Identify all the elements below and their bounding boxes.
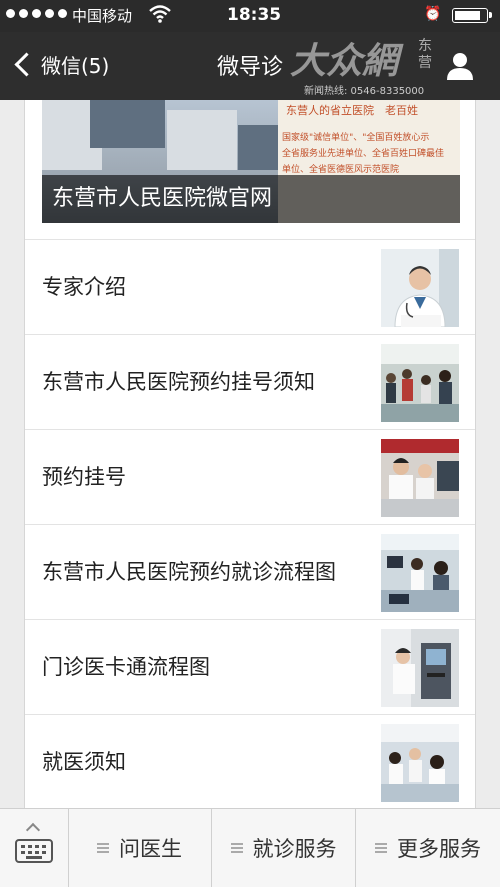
watermark-region: 东营 <box>418 38 432 71</box>
battery-icon <box>452 8 492 23</box>
list-item[interactable]: 专家介绍 <box>25 239 475 334</box>
banner-building <box>90 100 165 148</box>
alarm-icon: ⏰ <box>424 6 442 22</box>
wifi-icon <box>149 5 171 23</box>
bottom-menu-bar: 问医生 就诊服务 更多服务 <box>0 808 500 887</box>
banner-caption: 东营市人民医院微官网 <box>42 175 460 223</box>
banner-building <box>167 110 237 170</box>
registration-hall-photo-icon <box>381 344 459 422</box>
poster-line: 国家级"诚信单位"、"全国百姓放心示 <box>282 133 430 143</box>
keyboard-icon <box>15 839 53 863</box>
menu-card: 东营人的省立医院 老百姓 国家级"诚信单位"、"全国百姓放心示 全省服务业先进单… <box>24 100 476 808</box>
service-counter-photo-icon <box>381 534 459 612</box>
card-machine-photo-icon <box>381 629 459 707</box>
list-item[interactable]: 就医须知 <box>25 714 475 808</box>
tab-label: 更多服务 <box>397 837 481 861</box>
person-icon[interactable] <box>444 50 476 82</box>
watermark-hotline: 新闻热线: 0546-8335000 <box>304 86 425 97</box>
tab-label: 问医生 <box>119 837 182 861</box>
list-item[interactable]: 东营市人民医院预约就诊流程图 <box>25 524 475 619</box>
content-area[interactable]: 东营人的省立医院 老百姓 国家级"诚信单位"、"全国百姓放心示 全省服务业先进单… <box>0 100 500 808</box>
poster-line: 全省服务业先进单位、全省百姓口碑最佳 <box>282 149 445 159</box>
menu-icon <box>375 843 387 853</box>
list-item-label: 预约挂号 <box>42 464 126 489</box>
list-item-label: 专家介绍 <box>42 274 126 299</box>
menu-tab-more[interactable]: 更多服务 <box>356 809 500 887</box>
chevron-up-icon <box>25 822 41 838</box>
menu-icon <box>97 843 109 853</box>
hospital-banner[interactable]: 东营人的省立医院 老百姓 国家级"诚信单位"、"全国百姓放心示 全省服务业先进单… <box>42 100 460 223</box>
tab-label: 就诊服务 <box>252 837 337 861</box>
list-item[interactable]: 门诊医卡通流程图 <box>25 619 475 714</box>
nurses-station-photo-icon <box>381 724 459 802</box>
watermark-logo: 大众網 东营 新闻热线: 0546-8335000 <box>280 34 440 97</box>
list-item-label: 门诊医卡通流程图 <box>42 654 210 679</box>
list-item-label: 就医须知 <box>42 749 126 774</box>
list-item-label: 东营市人民医院预约就诊流程图 <box>42 559 336 584</box>
doctor-photo-icon <box>381 249 459 327</box>
carrier-name: 中国移动 <box>72 7 133 25</box>
status-bar: 中国移动 18:35 ⏰ <box>0 0 500 32</box>
menu-tab-ask-doctor[interactable]: 问医生 <box>68 809 212 887</box>
nav-bar: 微信(5) 微导诊 大众網 东营 新闻热线: 0546-8335000 <box>0 32 500 100</box>
clock-time: 18:35 <box>227 5 282 25</box>
poster-line: 东营人的省立医院 老百姓 <box>286 104 418 117</box>
keyboard-toggle-button[interactable] <box>0 809 69 887</box>
list-item[interactable]: 东营市人民医院预约挂号须知 <box>25 334 475 429</box>
list-item[interactable]: 预约挂号 <box>25 429 475 524</box>
signal-strength-icon <box>6 9 67 18</box>
poster-line: 单位、全省医德医风示范医院 <box>282 165 400 175</box>
nurses-desk-photo-icon <box>381 439 459 517</box>
list-item-label: 东营市人民医院预约挂号须知 <box>42 369 315 394</box>
watermark-brand: 大众網 <box>290 40 399 82</box>
menu-tab-services[interactable]: 就诊服务 <box>212 809 356 887</box>
banner-building <box>238 125 278 170</box>
menu-icon <box>230 843 243 853</box>
